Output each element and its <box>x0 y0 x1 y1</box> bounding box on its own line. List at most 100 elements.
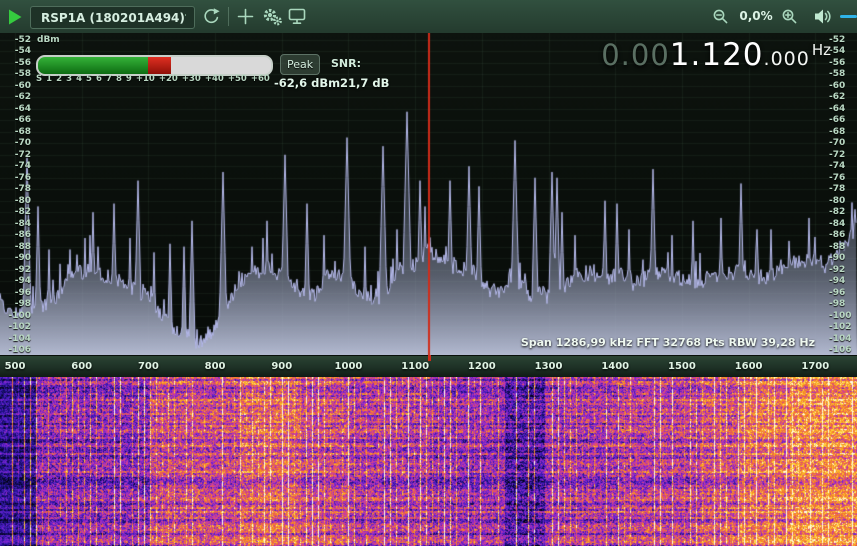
frequency-tick-label: 800 <box>195 361 235 372</box>
dbm-tick-label: -78 <box>829 184 857 194</box>
zoom-out-icon <box>712 13 729 28</box>
dbm-tick-label: -86 <box>2 230 31 240</box>
toolbar: RSP1A (180201A494) <box>0 0 857 34</box>
signal-meter-scale-mark: 1 <box>46 74 52 84</box>
frequency-tick-label: 1600 <box>729 361 769 372</box>
frequency-tick-label: 1300 <box>529 361 569 372</box>
dbm-tick-label: -72 <box>2 150 31 160</box>
dbm-tick-label: -68 <box>829 127 857 137</box>
dbm-tick-label: -88 <box>2 242 31 252</box>
dbm-tick-label: -74 <box>2 161 31 171</box>
toolbar-divider <box>228 7 229 26</box>
frequency-display[interactable]: 0.001.120.000Hz <box>601 37 831 73</box>
dbm-tick-label: -58 <box>2 69 31 79</box>
play-button[interactable] <box>8 9 23 28</box>
dbm-tick-label: -80 <box>2 196 31 206</box>
waterfall-canvas[interactable] <box>0 377 857 546</box>
dbm-tick-label: -52 <box>829 35 857 45</box>
dbm-tick-label: -60 <box>829 81 857 91</box>
dbm-tick-label: -80 <box>829 196 857 206</box>
span-fft-rbw-readout: Span 1286,99 kHz FFT 32768 Pts RBW 39,28… <box>521 336 815 349</box>
device-selector-value: RSP1A (180201A494) <box>31 11 185 25</box>
gears-icon <box>262 15 283 30</box>
dbm-tick-label: -104 <box>2 334 31 344</box>
signal-meter-scale-mark: +20 <box>159 74 178 84</box>
dbm-tick-label: -90 <box>2 253 31 263</box>
dbm-tick-label: -104 <box>829 334 857 344</box>
dbm-tick-label: -68 <box>2 127 31 137</box>
dbm-tick-label: -96 <box>829 288 857 298</box>
signal-meter-scale-mark: +60 <box>251 74 270 84</box>
frequency-tick-label: 500 <box>0 361 35 372</box>
frequency-tick-label: 1100 <box>395 361 435 372</box>
signal-meter <box>36 55 273 76</box>
dbm-tick-label: -56 <box>2 58 31 68</box>
dbm-tick-label: -66 <box>2 115 31 125</box>
dbm-tick-label: -64 <box>2 104 31 114</box>
signal-meter-scale-mark: 6 <box>96 74 102 84</box>
monitor-icon <box>288 13 306 28</box>
snr-label: SNR: <box>331 57 361 70</box>
dbm-tick-label: -70 <box>829 138 857 148</box>
frequency-tick-label: 700 <box>128 361 168 372</box>
dbm-tick-label: -94 <box>2 276 31 286</box>
peak-power-readout: -62,6 dBm <box>274 76 340 90</box>
volume-button[interactable] <box>814 8 833 28</box>
dbm-tick-label: -74 <box>829 161 857 171</box>
dbm-tick-label: -62 <box>2 92 31 102</box>
frequency-trailing-digits: .000 <box>764 48 810 70</box>
dbm-tick-label: -92 <box>2 265 31 275</box>
dbm-tick-label: -84 <box>2 219 31 229</box>
dbm-tick-label: -90 <box>829 253 857 263</box>
dbm-tick-label: -66 <box>829 115 857 125</box>
dbm-tick-label: -58 <box>829 69 857 79</box>
dbm-tick-label: -60 <box>2 81 31 91</box>
display-button[interactable] <box>288 8 306 28</box>
dbm-tick-label: -52 <box>2 35 31 45</box>
spectrum-analyzer-app: RSP1A (180201A494) <box>0 0 857 546</box>
signal-meter-scale-mark: +40 <box>205 74 224 84</box>
marker-axis-tick <box>428 355 431 361</box>
zoom-out-button[interactable] <box>712 8 729 28</box>
dbm-tick-label: -98 <box>829 299 857 309</box>
dbm-tick-label: -100 <box>829 311 857 321</box>
dbm-tick-label: -88 <box>829 242 857 252</box>
device-selector-dropdown[interactable]: RSP1A (180201A494) <box>30 6 195 29</box>
play-icon <box>8 13 23 28</box>
frequency-tick-label: 1400 <box>595 361 635 372</box>
dbm-tick-label: -64 <box>829 104 857 114</box>
zoom-in-button[interactable] <box>781 8 798 28</box>
dbm-tick-label: -98 <box>2 299 31 309</box>
chevron-down-icon <box>185 14 186 21</box>
frequency-tick-label: 1200 <box>462 361 502 372</box>
signal-meter-scale-mark: 8 <box>116 74 122 84</box>
refresh-icon <box>201 15 221 30</box>
add-panel-button[interactable] <box>237 8 254 28</box>
y-axis-unit-label: dBm <box>37 35 60 45</box>
dbm-tick-label: -72 <box>829 150 857 160</box>
dbm-tick-label: -86 <box>829 230 857 240</box>
dbm-tick-label: -102 <box>2 322 31 332</box>
settings-button[interactable] <box>262 7 283 30</box>
signal-meter-green-segment <box>38 57 148 74</box>
peak-button[interactable]: Peak <box>280 54 320 75</box>
refresh-button[interactable] <box>201 7 221 30</box>
dbm-tick-label: -62 <box>829 92 857 102</box>
dbm-tick-label: -100 <box>2 311 31 321</box>
frequency-tick-label: 1700 <box>795 361 835 372</box>
dbm-tick-label: -82 <box>2 207 31 217</box>
volume-slider[interactable] <box>840 15 857 18</box>
signal-meter-scale-mark: +30 <box>182 74 201 84</box>
signal-meter-scale-mark: 7 <box>106 74 112 84</box>
dbm-tick-label: -54 <box>829 46 857 56</box>
speaker-icon <box>814 13 833 28</box>
dbm-tick-label: -94 <box>829 276 857 286</box>
dbm-tick-label: -84 <box>829 219 857 229</box>
dbm-tick-label: -76 <box>2 173 31 183</box>
signal-meter-red-segment <box>148 57 171 74</box>
signal-meter-scale-mark: 2 <box>56 74 62 84</box>
signal-meter-scale-mark: S <box>36 74 42 84</box>
dbm-tick-label: -106 <box>2 345 31 355</box>
dbm-tick-label: -70 <box>2 138 31 148</box>
frequency-main-digits: 1.120 <box>670 37 764 73</box>
